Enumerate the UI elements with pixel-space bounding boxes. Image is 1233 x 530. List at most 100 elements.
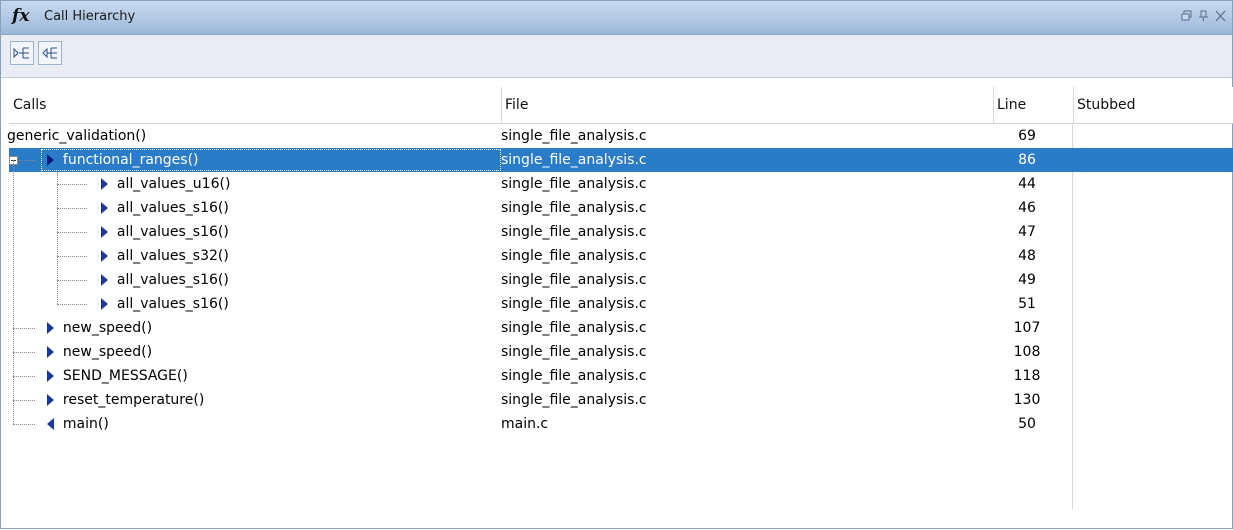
callee-arrow-icon[interactable]	[47, 394, 54, 406]
window-title: Call Hierarchy	[44, 9, 136, 24]
call-name: new_speed()	[62, 344, 153, 360]
call-cell: all_values_u16()	[101, 172, 230, 196]
table-row[interactable]: all_values_s16() single_file_analysis.c 46	[9, 196, 1233, 220]
call-name: new_speed()	[62, 320, 153, 336]
call-cell: generic_validation()	[7, 124, 146, 148]
show-callees-button[interactable]	[10, 41, 34, 65]
callee-arrow-icon[interactable]	[101, 226, 108, 238]
tree-connector	[13, 328, 35, 329]
callee-arrow-icon[interactable]	[101, 250, 108, 262]
call-name: all_values_u16()	[116, 176, 231, 192]
call-name: reset_temperature()	[62, 392, 205, 408]
table-row[interactable]: new_speed() single_file_analysis.c 108	[9, 340, 1233, 364]
table-row[interactable]: all_values_s32() single_file_analysis.c 48	[9, 244, 1233, 268]
callees-icon	[13, 47, 29, 59]
tree-connector	[57, 280, 87, 281]
callee-arrow-icon[interactable]	[101, 178, 108, 190]
tree-connector	[13, 160, 14, 424]
tree-connector	[13, 352, 35, 353]
tree-connector	[13, 376, 35, 377]
line-cell: 47	[1018, 224, 1036, 240]
file-cell: single_file_analysis.c	[501, 200, 647, 216]
line-cell: 49	[1018, 272, 1036, 288]
call-hierarchy-window: fx Call Hierarchy Calls File Line Stubbe…	[0, 0, 1233, 529]
table-row[interactable]: all_values_s16() single_file_analysis.c 51	[9, 292, 1233, 316]
column-header-stubbed[interactable]: Stubbed	[1073, 87, 1233, 123]
call-cell: new_speed()	[47, 316, 152, 340]
fx-icon: fx	[12, 6, 30, 26]
line-cell: 69	[1018, 128, 1036, 144]
line-cell: 108	[1013, 344, 1041, 360]
tree-connector	[57, 304, 87, 305]
table-row[interactable]: all_values_u16() single_file_analysis.c 44	[9, 172, 1233, 196]
tree-connector	[57, 232, 87, 233]
callee-arrow-icon[interactable]	[47, 346, 54, 358]
tree-connector	[57, 208, 87, 209]
callers-icon	[42, 47, 57, 59]
call-name: all_values_s16()	[116, 272, 229, 288]
line-cell: 107	[1013, 320, 1041, 336]
table-row[interactable]: new_speed() single_file_analysis.c 107	[9, 316, 1233, 340]
call-name: all_values_s32()	[116, 248, 229, 264]
file-cell: single_file_analysis.c	[501, 296, 647, 312]
file-cell: single_file_analysis.c	[501, 368, 647, 384]
call-cell: SEND_MESSAGE()	[47, 364, 188, 388]
column-divider[interactable]	[993, 87, 994, 123]
tree-connector	[13, 400, 35, 401]
file-cell: single_file_analysis.c	[501, 128, 647, 144]
table-row[interactable]: generic_validation() single_file_analysis…	[7, 124, 1233, 148]
table-row[interactable]: all_values_s16() single_file_analysis.c 49	[9, 268, 1233, 292]
call-name: SEND_MESSAGE()	[62, 368, 188, 384]
show-callers-button[interactable]	[38, 41, 62, 65]
file-cell: single_file_analysis.c	[501, 224, 647, 240]
table-row[interactable]: all_values_s16() single_file_analysis.c 47	[9, 220, 1233, 244]
column-divider[interactable]	[1073, 87, 1074, 123]
line-cell: 48	[1018, 248, 1036, 264]
pin-icon[interactable]	[1198, 10, 1209, 22]
callee-arrow-icon[interactable]	[47, 370, 54, 382]
tree-connector	[57, 184, 87, 185]
close-icon[interactable]	[1215, 10, 1226, 22]
call-name: all_values_s16()	[116, 224, 229, 240]
callee-arrow-icon[interactable]	[101, 202, 108, 214]
call-name: generic_validation()	[7, 128, 147, 144]
call-cell: reset_temperature()	[47, 388, 204, 412]
column-header-file[interactable]: File	[501, 87, 993, 123]
file-cell: single_file_analysis.c	[501, 320, 647, 336]
toolbar	[1, 35, 1232, 78]
call-cell: all_values_s32()	[101, 244, 229, 268]
focus-rectangle	[41, 149, 501, 171]
line-cell: 50	[1018, 416, 1036, 432]
callee-arrow-icon[interactable]	[47, 322, 54, 334]
call-hierarchy-table: Calls File Line Stubbed generic_validati…	[7, 87, 1233, 530]
table-row[interactable]: reset_temperature() single_file_analysis.…	[9, 388, 1233, 412]
file-cell: main.c	[501, 416, 549, 432]
file-cell: single_file_analysis.c	[501, 248, 647, 264]
callee-arrow-icon[interactable]	[101, 274, 108, 286]
table-row[interactable]: main() main.c 50	[9, 412, 1233, 436]
line-cell: 44	[1018, 176, 1036, 192]
call-cell: main()	[47, 412, 109, 436]
callee-arrow-icon[interactable]	[101, 298, 108, 310]
table-row[interactable]: functional_ranges() single_file_analysis.…	[9, 148, 1233, 172]
call-cell: all_values_s16()	[101, 292, 229, 316]
file-cell: single_file_analysis.c	[501, 392, 647, 408]
call-cell: new_speed()	[47, 340, 152, 364]
line-cell: 51	[1018, 296, 1036, 312]
line-cell: 46	[1018, 200, 1036, 216]
column-header-line[interactable]: Line	[993, 87, 1073, 123]
restore-icon[interactable]	[1181, 10, 1192, 22]
call-name: all_values_s16()	[116, 296, 229, 312]
column-header-calls[interactable]: Calls	[9, 87, 501, 123]
tree-connector	[13, 424, 35, 425]
caller-arrow-icon[interactable]	[47, 418, 54, 430]
line-cell: 118	[1013, 368, 1041, 384]
title-bar[interactable]: fx Call Hierarchy	[1, 1, 1232, 35]
file-cell: single_file_analysis.c	[501, 176, 647, 192]
tree-connector	[57, 172, 58, 304]
call-name: all_values_s16()	[116, 200, 229, 216]
line-cell: 86	[1018, 152, 1036, 168]
table-row[interactable]: SEND_MESSAGE() single_file_analysis.c 118	[9, 364, 1233, 388]
column-divider[interactable]	[501, 87, 502, 123]
file-cell: single_file_analysis.c	[501, 152, 647, 168]
